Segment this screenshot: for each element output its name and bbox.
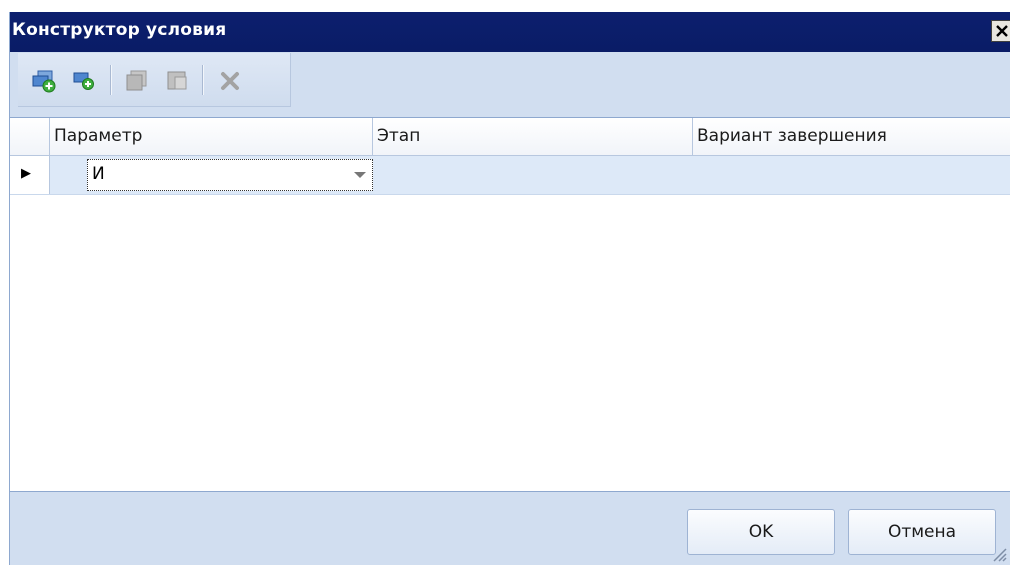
dialog-title: Конструктор условия [12,20,227,40]
copy-icon [126,70,147,91]
delete-icon [221,72,239,90]
completion-cell[interactable] [693,156,1010,194]
resize-grip-icon[interactable] [988,543,1008,563]
add-condition-icon [73,72,94,90]
column-header-completion[interactable]: Вариант завершения [693,118,1010,156]
stage-cell[interactable] [373,156,693,194]
delete-button[interactable] [216,67,244,95]
add-condition-button[interactable] [70,67,98,95]
paste-button[interactable] [163,67,191,95]
toolbar-separator [202,65,204,95]
column-header-stage[interactable]: Этап [373,118,693,156]
ok-button[interactable]: OK [687,509,835,555]
close-icon [996,25,1008,37]
toolbar [18,53,291,107]
current-row-arrow-icon: ▶ [21,166,31,181]
chevron-down-icon[interactable] [354,172,366,178]
cancel-button[interactable]: Отмена [848,509,996,555]
row-indicator-header [10,118,50,156]
conditions-grid[interactable]: Параметр Этап Вариант завершения ▶ И [10,117,1010,492]
row-indicator[interactable]: ▶ [10,156,50,194]
grid-header: Параметр Этап Вариант завершения [10,118,1010,156]
condition-builder-dialog: Конструктор условия Параметр Этап Вариан… [9,12,1010,565]
paste-icon [167,71,187,90]
table-row[interactable]: ▶ И [10,156,1010,195]
add-condition-group-icon [32,70,56,93]
add-condition-group-button[interactable] [30,67,58,95]
title-bar[interactable]: Конструктор условия [10,12,1010,52]
column-header-parameter[interactable]: Параметр [50,118,373,156]
copy-button[interactable] [122,67,150,95]
toolbar-separator [110,65,112,95]
parameter-combobox[interactable]: И [87,159,373,191]
close-button[interactable] [991,20,1010,42]
parameter-value: И [92,164,105,184]
